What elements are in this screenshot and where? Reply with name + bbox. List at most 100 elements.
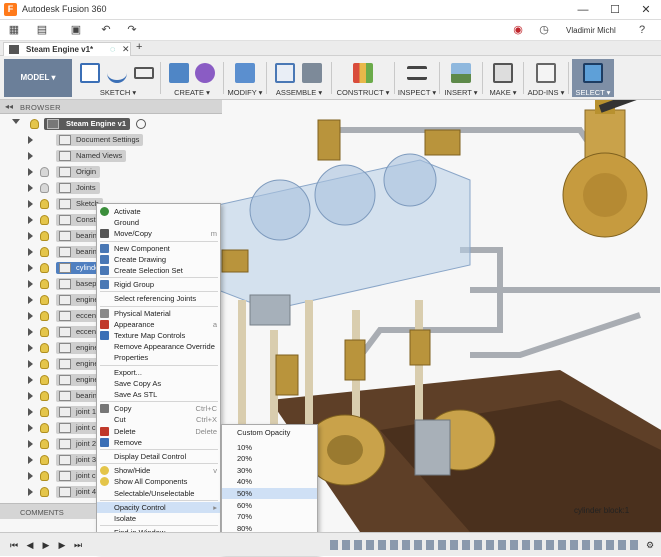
visibility-bulb-icon[interactable] [40,375,49,385]
insert-group[interactable]: INSERT ▾ [442,59,480,97]
browser-item-label[interactable]: Const [56,214,100,226]
browser-item-label[interactable]: basep [56,278,101,290]
menu-item[interactable]: Ground [97,217,220,228]
add-ins-group[interactable]: ADD-INS ▾ [526,59,566,97]
close-button[interactable]: ✕ [631,2,661,18]
expand-arrow-icon[interactable] [28,184,33,192]
visibility-bulb-icon[interactable] [40,263,49,273]
menu-item[interactable]: Create Selection Set [97,265,220,276]
redo-icon[interactable]: ↷ [124,23,140,38]
make-group[interactable]: MAKE ▾ [485,59,521,97]
select-group[interactable]: SELECT ▾ [572,59,614,97]
opacity-option[interactable]: 20% [222,453,317,464]
expand-arrow-icon[interactable] [28,472,33,480]
opacity-option[interactable]: 50% [222,488,317,499]
expand-arrow-icon[interactable] [28,456,33,464]
opacity-option[interactable]: 10% [222,442,317,453]
browser-item-label[interactable]: Named Views [56,150,127,162]
visibility-bulb-icon[interactable] [40,231,49,241]
go-to-end-icon[interactable]: ⏭ [72,539,84,551]
expand-arrow-icon[interactable] [28,168,33,176]
opacity-option[interactable]: 70% [222,511,317,522]
browser-item-label[interactable]: bearin [56,230,101,242]
visibility-bulb-icon[interactable] [40,327,49,337]
visibility-bulb-icon[interactable] [40,311,49,321]
expand-arrow-icon[interactable] [28,312,33,320]
close-tab-icon[interactable]: ✕ [122,44,130,55]
undo-icon[interactable]: ↶ [98,23,114,38]
menu-item[interactable]: Create Drawing [97,254,220,265]
data-panel-grid-icon[interactable]: ▦ [6,23,22,38]
workspace-switcher[interactable]: MODEL ▾ [4,59,72,97]
visibility-bulb-icon[interactable] [40,183,49,193]
visibility-bulb-icon[interactable] [40,215,49,225]
menu-item[interactable]: Save As STL [97,389,220,400]
browser-item-label[interactable]: joint 1 [56,406,101,418]
expand-arrow-icon[interactable] [28,280,33,288]
menu-item[interactable]: New Component [97,243,220,254]
browser-item-label[interactable]: Document Settings [56,134,144,146]
visibility-bulb-icon[interactable] [40,343,49,353]
expand-arrow-icon[interactable] [28,232,33,240]
visibility-bulb-icon[interactable] [40,199,49,209]
menu-item[interactable]: Properties [97,352,220,363]
record-icon[interactable]: ◉ [510,23,526,38]
menu-item[interactable]: Activate [97,206,220,217]
browser-item[interactable]: Named Views [0,148,222,164]
expand-icon[interactable] [12,119,20,124]
collapse-browser-icon[interactable]: ◂◂ [5,102,13,111]
browser-item-label[interactable]: Origin [56,166,101,178]
opacity-option[interactable]: 40% [222,476,317,487]
expand-arrow-icon[interactable] [28,424,33,432]
expand-arrow-icon[interactable] [28,264,33,272]
menu-item[interactable]: Texture Map Controls [97,330,220,341]
step-back-icon[interactable]: ◀ [24,539,36,551]
minimize-button[interactable]: — [568,2,598,18]
menu-item[interactable]: Select referencing Joints [97,293,220,304]
browser-root-row[interactable]: Steam Engine v1 [0,116,222,132]
browser-item-label[interactable]: bearin [56,246,101,258]
expand-arrow-icon[interactable] [28,296,33,304]
construct-group[interactable]: CONSTRUCT ▾ [334,59,392,97]
menu-item[interactable]: Selectable/Unselectable [97,488,220,499]
visibility-bulb-icon[interactable] [40,295,49,305]
menu-item[interactable]: Isolate [97,513,220,524]
expand-arrow-icon[interactable] [28,200,33,208]
expand-arrow-icon[interactable] [28,344,33,352]
new-tab-icon[interactable]: + [136,41,142,53]
visibility-bulb-icon[interactable] [40,487,49,497]
menu-item[interactable]: Rigid Group [97,279,220,290]
timeline-features[interactable] [330,540,640,550]
visibility-bulb-icon[interactable] [40,423,49,433]
menu-item[interactable]: Save Copy As [97,378,220,389]
step-forward-icon[interactable]: ▶ [56,539,68,551]
assemble-group[interactable]: ASSEMBLE ▾ [269,59,329,97]
expand-arrow-icon[interactable] [28,392,33,400]
menu-item[interactable]: Remove Appearance Override [97,341,220,352]
comments-panel[interactable]: COMMENTS [0,503,96,519]
sketch-group[interactable]: SKETCH ▾ [78,59,158,97]
menu-item[interactable]: Show All Components [97,476,220,487]
save-icon[interactable]: ▣ [68,23,84,38]
file-menu-icon[interactable]: ▤ [34,23,50,38]
opacity-option[interactable]: 60% [222,500,317,511]
visibility-bulb-icon[interactable] [40,359,49,369]
visibility-bulb-icon[interactable] [40,391,49,401]
opacity-option[interactable]: 30% [222,465,317,476]
custom-opacity-item[interactable]: Custom Opacity [222,427,317,438]
visibility-bulb-icon[interactable] [40,279,49,289]
visibility-bulb-icon[interactable] [40,407,49,417]
activate-radio-icon[interactable] [136,119,146,129]
expand-arrow-icon[interactable] [28,488,33,496]
menu-item[interactable]: Show/Hide v [97,465,220,476]
menu-item[interactable]: Remove [97,437,220,448]
menu-item[interactable]: Opacity Control ▸ [97,501,220,513]
menu-item[interactable]: Cut Ctrl+X [97,414,220,425]
browser-item-label[interactable]: joint c [56,470,100,482]
browser-header[interactable]: ◂◂ BROWSER [0,100,222,114]
expand-arrow-icon[interactable] [28,360,33,368]
menu-item[interactable]: Move/Copy m [97,228,220,239]
create-group[interactable]: CREATE ▾ [163,59,221,97]
help-icon[interactable]: ? [634,23,650,38]
timeline-settings-gear-icon[interactable]: ⚙ [644,539,656,551]
